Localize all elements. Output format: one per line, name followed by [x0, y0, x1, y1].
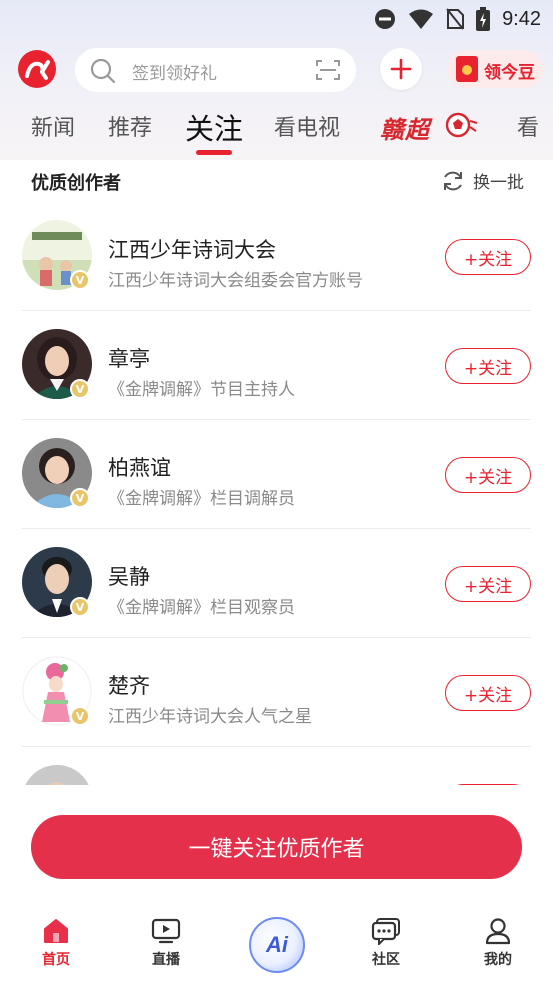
app-logo-icon[interactable]	[18, 50, 56, 88]
home-icon	[44, 919, 68, 943]
nav-live[interactable]: 直播	[126, 917, 206, 969]
author-item-partial[interactable]	[0, 747, 553, 785]
status-bar: 9:42	[0, 0, 553, 38]
red-envelope-icon	[456, 56, 478, 82]
add-button[interactable]	[380, 48, 422, 90]
status-icons: 9:42	[374, 6, 541, 32]
follow-button[interactable]: +关注	[445, 457, 531, 493]
avatar[interactable]	[22, 765, 92, 785]
active-tab-indicator	[196, 150, 232, 155]
follow-button[interactable]: +关注	[445, 239, 531, 275]
author-name: 江西少年诗词大会	[108, 238, 276, 262]
bottom-navigation: 首页 直播 Ai 社区 我的	[0, 905, 553, 983]
section-title: 优质创作者	[31, 173, 121, 194]
nav-live-label: 直播	[152, 952, 180, 968]
author-list: V 江西少年诗词大会 江西少年诗词大会组委会官方账号 +关注 V 章亭 《金牌调…	[0, 202, 553, 785]
claim-beans-button[interactable]: 领今豆	[447, 50, 543, 88]
soccer-ball-icon	[445, 112, 478, 138]
nav-community[interactable]: 社区	[346, 917, 426, 969]
verified-badge-icon: V	[70, 270, 90, 290]
profile-icon	[485, 918, 511, 945]
nav-mine[interactable]: 我的	[458, 917, 538, 969]
nav-mine-label: 我的	[484, 952, 512, 968]
author-name: 楚齐	[108, 674, 150, 698]
follow-button[interactable]	[445, 784, 531, 785]
tab-follow[interactable]: 关注	[185, 106, 243, 148]
refresh-batch-button[interactable]: 换一批	[441, 168, 524, 193]
tab-gan-super-league[interactable]: 赣超	[380, 110, 430, 145]
claim-beans-label: 领今豆	[484, 63, 535, 83]
search-icon	[90, 58, 116, 84]
nav-home-label: 首页	[42, 952, 70, 968]
follow-all-button[interactable]: 一键关注优质作者	[31, 815, 522, 879]
tab-recommend[interactable]: 推荐	[108, 110, 152, 142]
author-name: 吴静	[108, 565, 150, 589]
search-placeholder: 签到领好礼	[132, 64, 217, 84]
wifi-icon	[409, 9, 434, 29]
tab-watch-tv[interactable]: 看电视	[274, 110, 340, 142]
author-item[interactable]: V 柏燕谊 《金牌调解》栏目调解员 +关注	[0, 420, 553, 529]
status-time: 9:42	[502, 7, 541, 30]
tv-play-icon	[151, 918, 181, 944]
tab-watch[interactable]: 看	[517, 110, 539, 142]
refresh-icon	[444, 171, 462, 190]
verified-badge-icon: V	[70, 488, 90, 508]
tab-news[interactable]: 新闻	[31, 110, 75, 142]
follow-button[interactable]: +关注	[445, 675, 531, 711]
nav-home[interactable]: 首页	[16, 917, 96, 969]
author-description: 《金牌调解》节目主持人	[108, 380, 295, 400]
author-name: 章亭	[108, 347, 150, 371]
ai-assistant-button[interactable]: Ai	[249, 917, 305, 973]
nav-community-label: 社区	[372, 952, 400, 968]
author-item[interactable]: V 吴静 《金牌调解》栏目观察员 +关注	[0, 529, 553, 638]
scan-icon[interactable]	[316, 59, 340, 81]
author-description: 《金牌调解》栏目观察员	[108, 598, 295, 618]
verified-badge-icon: V	[70, 597, 90, 617]
author-description: 江西少年诗词大会人气之星	[108, 707, 312, 727]
search-bar[interactable]: 签到领好礼	[75, 48, 356, 92]
do-not-disturb-icon	[375, 9, 396, 29]
no-sim-icon	[446, 8, 465, 30]
author-name: 柏燕谊	[108, 456, 171, 480]
refresh-label: 换一批	[473, 173, 524, 193]
battery-charging-icon	[476, 7, 491, 31]
verified-badge-icon: V	[70, 706, 90, 726]
author-description: 江西少年诗词大会组委会官方账号	[108, 271, 363, 291]
author-item[interactable]: V 章亭 《金牌调解》节目主持人 +关注	[0, 311, 553, 420]
author-item[interactable]: V 江西少年诗词大会 江西少年诗词大会组委会官方账号 +关注	[0, 202, 553, 311]
author-item[interactable]: V 楚齐 江西少年诗词大会人气之星 +关注	[0, 638, 553, 747]
author-description: 《金牌调解》栏目调解员	[108, 489, 295, 509]
chat-bubble-icon	[371, 918, 400, 945]
plus-icon	[390, 58, 412, 80]
follow-button[interactable]: +关注	[445, 348, 531, 384]
verified-badge-icon: V	[70, 379, 90, 399]
page: 9:42 签到领好礼 领今豆 新闻 推荐 关注 看电视 赣超 看 优质创作者 换…	[0, 0, 553, 983]
follow-button[interactable]: +关注	[445, 566, 531, 602]
